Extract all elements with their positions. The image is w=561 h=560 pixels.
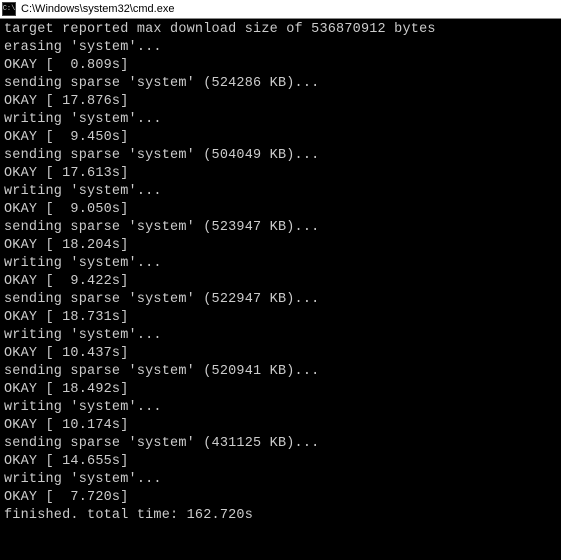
cmd-icon-label: C:\ [3,6,16,13]
terminal-line: OKAY [ 17.613s] [4,165,557,183]
terminal-line: OKAY [ 0.809s] [4,57,557,75]
window-title: C:\Windows\system32\cmd.exe [21,3,174,15]
terminal-line: sending sparse 'system' (524286 KB)... [4,75,557,93]
terminal-line: OKAY [ 9.450s] [4,129,557,147]
terminal-line: writing 'system'... [4,327,557,345]
terminal-line: writing 'system'... [4,111,557,129]
terminal-line: writing 'system'... [4,255,557,273]
terminal-line: target reported max download size of 536… [4,21,557,39]
terminal-line: writing 'system'... [4,183,557,201]
terminal-line: sending sparse 'system' (522947 KB)... [4,291,557,309]
terminal-line: OKAY [ 17.876s] [4,93,557,111]
terminal-line: erasing 'system'... [4,39,557,57]
terminal-line: OKAY [ 18.492s] [4,381,557,399]
terminal-line: writing 'system'... [4,399,557,417]
terminal-line: finished. total time: 162.720s [4,507,557,525]
terminal-line: writing 'system'... [4,471,557,489]
terminal-line: OKAY [ 18.204s] [4,237,557,255]
terminal-line: OKAY [ 10.437s] [4,345,557,363]
terminal-line: OKAY [ 18.731s] [4,309,557,327]
terminal-line: sending sparse 'system' (504049 KB)... [4,147,557,165]
cmd-icon: C:\ [2,2,16,16]
terminal-line: OKAY [ 7.720s] [4,489,557,507]
terminal-line: OKAY [ 9.422s] [4,273,557,291]
terminal-line: OKAY [ 14.655s] [4,453,557,471]
terminal-line: sending sparse 'system' (523947 KB)... [4,219,557,237]
window-titlebar: C:\ C:\Windows\system32\cmd.exe [0,0,561,19]
terminal-line: OKAY [ 9.050s] [4,201,557,219]
terminal-line: sending sparse 'system' (431125 KB)... [4,435,557,453]
terminal-line: OKAY [ 10.174s] [4,417,557,435]
terminal-line: sending sparse 'system' (520941 KB)... [4,363,557,381]
terminal-output[interactable]: target reported max download size of 536… [0,19,561,527]
